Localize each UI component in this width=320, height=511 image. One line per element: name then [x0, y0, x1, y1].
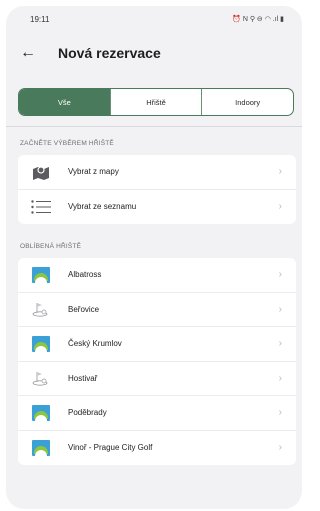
- club-logo-icon: [30, 335, 52, 353]
- chevron-right-icon: ›: [278, 269, 282, 281]
- chevron-right-icon: ›: [278, 166, 282, 178]
- course-name: Vinoř - Prague City Golf: [68, 443, 153, 453]
- status-time: 19:11: [30, 14, 50, 24]
- tab-all[interactable]: Vše: [19, 89, 111, 115]
- chevron-right-icon: ›: [278, 201, 282, 213]
- section-label-favorites: OBLÍBENÁ HŘIŠTĚ: [20, 243, 82, 250]
- favorite-course-item[interactable]: Vinoř - Prague City Golf ›: [18, 431, 296, 466]
- favorite-course-item[interactable]: Albatross ›: [18, 258, 296, 293]
- course-name: Český Krumlov: [68, 339, 122, 349]
- tab-indoors[interactable]: Indoory: [202, 89, 293, 115]
- chevron-right-icon: ›: [278, 372, 282, 384]
- status-bar: 19:11 ⏰ N ⚲ ⊖ ◠ .ıl ▮: [6, 6, 302, 32]
- chevron-right-icon: ›: [278, 442, 282, 454]
- section-label-start: ZAČNĚTE VÝBĚREM HŘIŠTĚ: [20, 140, 114, 147]
- course-name: Poděbrady: [68, 408, 107, 418]
- select-from-map-item[interactable]: Vybrat z mapy ›: [18, 155, 296, 190]
- select-from-map-label: Vybrat z mapy: [68, 167, 119, 177]
- phone-screen: 19:11 ⏰ N ⚲ ⊖ ◠ .ıl ▮ ← Nová rezervace V…: [6, 6, 302, 509]
- club-logo-icon: [30, 439, 52, 457]
- filter-tabs: Vše Hřiště Indoory: [18, 88, 294, 116]
- favorite-course-item[interactable]: Hostivař ›: [18, 362, 296, 396]
- golf-ball-icon: [30, 300, 52, 318]
- tab-courses[interactable]: Hřiště: [111, 89, 203, 115]
- chevron-right-icon: ›: [278, 407, 282, 419]
- club-logo-icon: [30, 404, 52, 422]
- golf-ball-icon: [30, 369, 52, 387]
- favorites-card: Albatross › Beřovice › Český Krumlov › H…: [18, 258, 296, 465]
- status-icons: ⏰ N ⚲ ⊖ ◠ .ıl ▮: [232, 16, 284, 23]
- chevron-right-icon: ›: [278, 303, 282, 315]
- course-name: Hostivař: [68, 373, 98, 383]
- app-header: ← Nová rezervace: [6, 32, 302, 74]
- arrow-left-icon[interactable]: ←: [20, 44, 48, 62]
- course-name: Beřovice: [68, 304, 100, 314]
- start-options-card: Vybrat z mapy › Vybrat ze seznamu ›: [18, 155, 296, 224]
- favorite-course-item[interactable]: Beřovice ›: [18, 293, 296, 327]
- chevron-right-icon: ›: [278, 338, 282, 350]
- club-logo-icon: [30, 266, 52, 284]
- list-icon: [30, 198, 52, 216]
- page-title: Nová rezervace: [58, 45, 161, 61]
- map-pin-icon: [30, 163, 52, 181]
- course-name: Albatross: [68, 270, 102, 280]
- favorite-course-item[interactable]: Český Krumlov ›: [18, 327, 296, 362]
- favorite-course-item[interactable]: Poděbrady ›: [18, 396, 296, 431]
- select-from-list-label: Vybrat ze seznamu: [68, 202, 137, 212]
- select-from-list-item[interactable]: Vybrat ze seznamu ›: [18, 190, 296, 225]
